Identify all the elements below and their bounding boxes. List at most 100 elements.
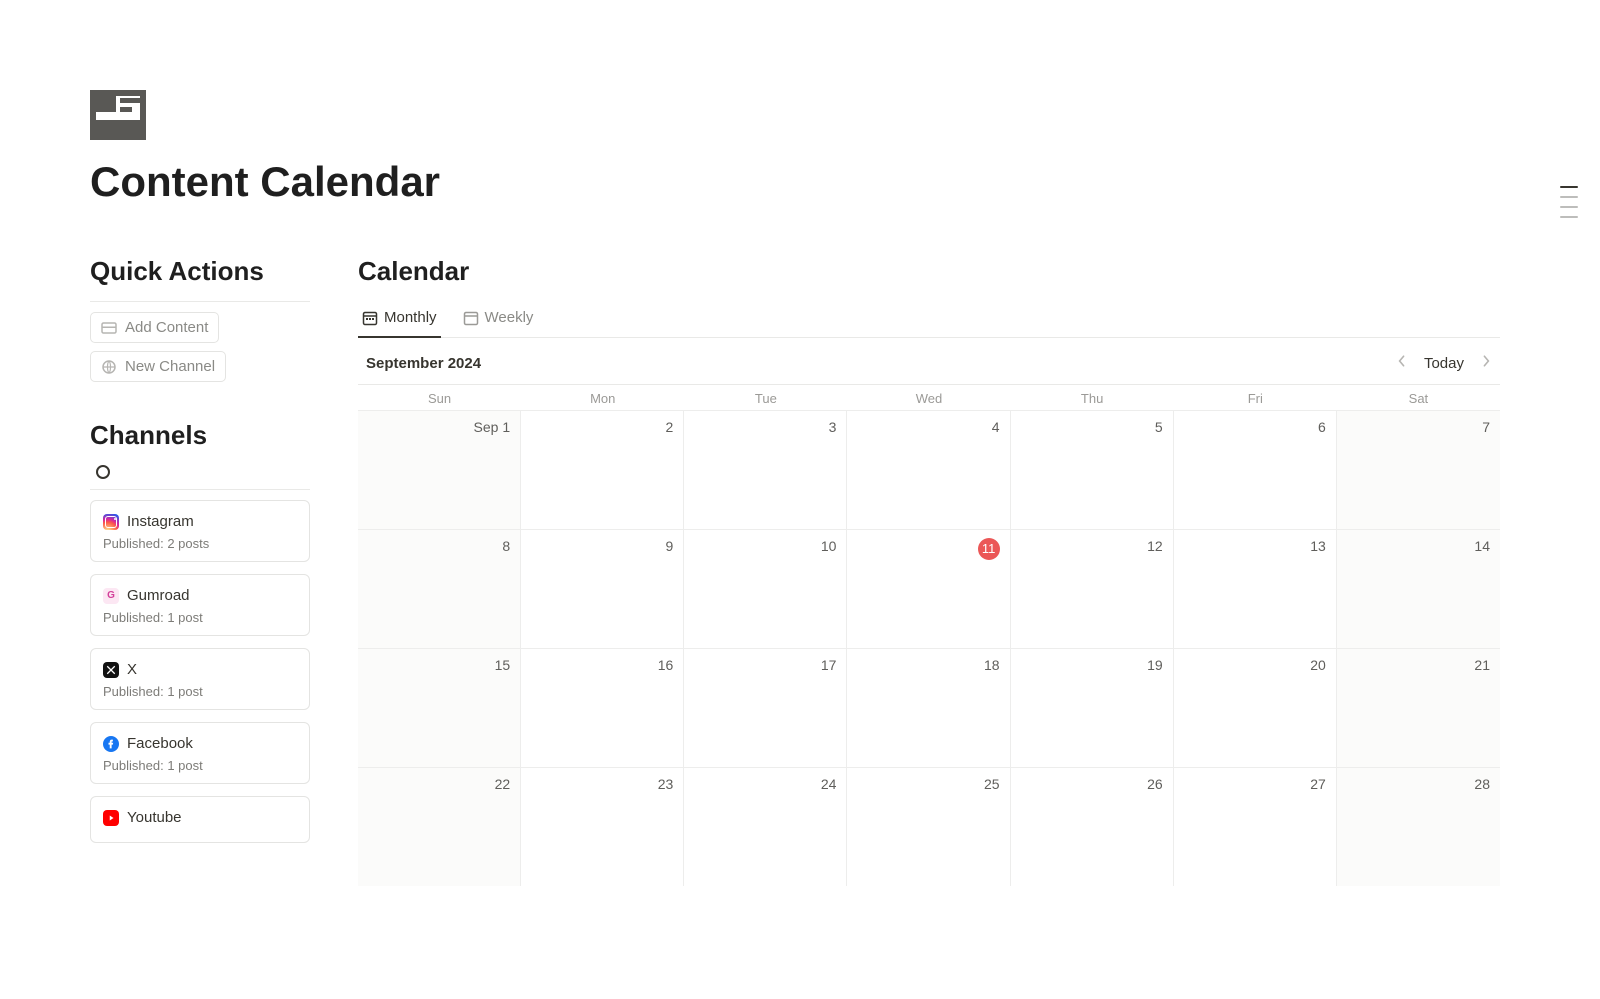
chevron-right-icon: [1482, 354, 1490, 368]
prev-month-button[interactable]: [1394, 352, 1410, 374]
tab-weekly-label: Weekly: [485, 309, 534, 326]
tab-weekly[interactable]: Weekly: [459, 301, 538, 338]
channel-name: Facebook: [127, 735, 193, 752]
channel-name: Gumroad: [127, 587, 190, 604]
dow-header: Thu: [1011, 385, 1174, 410]
add-content-button[interactable]: Add Content: [90, 312, 219, 343]
day-number: 2: [665, 419, 673, 435]
channels-title: Channels: [90, 420, 310, 451]
page-title: Content Calendar: [90, 158, 1500, 206]
day-cell[interactable]: 25: [847, 768, 1010, 886]
dow-header: Mon: [521, 385, 684, 410]
divider: [90, 489, 310, 490]
current-month-label: September 2024: [366, 355, 481, 372]
day-cell[interactable]: 22: [358, 768, 521, 886]
day-cell[interactable]: 18: [847, 649, 1010, 767]
filter-circle-icon[interactable]: [96, 465, 110, 479]
day-number: 5: [1155, 419, 1163, 435]
outline-mark: [1560, 206, 1578, 208]
channel-name: X: [127, 661, 137, 678]
channel-card-x[interactable]: X Published: 1 post: [90, 648, 310, 710]
day-cell[interactable]: 3: [684, 411, 847, 529]
day-number: 14: [1474, 538, 1490, 554]
day-number: 8: [502, 538, 510, 554]
today-button[interactable]: Today: [1424, 355, 1464, 372]
day-number: 23: [658, 776, 674, 792]
new-channel-label: New Channel: [125, 358, 215, 375]
dow-header: Sun: [358, 385, 521, 410]
week-row: 15 16 17 18 19 20 21: [358, 648, 1500, 767]
day-cell[interactable]: 16: [521, 649, 684, 767]
day-cell[interactable]: 4: [847, 411, 1010, 529]
day-cell[interactable]: 19: [1011, 649, 1174, 767]
day-cell[interactable]: 27: [1174, 768, 1337, 886]
dow-header: Tue: [684, 385, 847, 410]
tab-monthly-label: Monthly: [384, 309, 437, 326]
day-number: 16: [658, 657, 674, 673]
day-number: 9: [665, 538, 673, 554]
channel-card-youtube[interactable]: Youtube: [90, 796, 310, 843]
channel-name: Instagram: [127, 513, 194, 530]
channel-card-facebook[interactable]: FacebookPublished: 1 post: [90, 722, 310, 784]
day-number: 12: [1147, 538, 1163, 554]
calendar-month-icon: [362, 310, 378, 326]
day-cell[interactable]: 7: [1337, 411, 1500, 529]
day-cell[interactable]: 17: [684, 649, 847, 767]
day-cell[interactable]: 5: [1011, 411, 1174, 529]
channel-name: Youtube: [127, 809, 182, 826]
day-number: 3: [829, 419, 837, 435]
day-cell[interactable]: 8: [358, 530, 521, 648]
day-number: 4: [992, 419, 1000, 435]
day-cell[interactable]: 10: [684, 530, 847, 648]
view-tabs: Monthly Weekly: [358, 301, 1500, 338]
day-cell[interactable]: 20: [1174, 649, 1337, 767]
page-outline-indicator[interactable]: [1560, 186, 1578, 218]
tab-monthly[interactable]: Monthly: [358, 301, 441, 338]
x-icon: [103, 662, 119, 678]
day-cell[interactable]: 14: [1337, 530, 1500, 648]
day-cell[interactable]: 2: [521, 411, 684, 529]
channel-sub: Published: 2 posts: [103, 536, 297, 551]
day-cell[interactable]: 28: [1337, 768, 1500, 886]
day-number: 28: [1474, 776, 1490, 792]
dow-header: Sat: [1337, 385, 1500, 410]
outline-mark: [1560, 196, 1578, 198]
next-month-button[interactable]: [1478, 352, 1494, 374]
day-cell[interactable]: 6: [1174, 411, 1337, 529]
day-number: 17: [821, 657, 837, 673]
day-cell[interactable]: 24: [684, 768, 847, 886]
day-number: Sep 1: [474, 419, 511, 435]
channel-card-gumroad[interactable]: GGumroadPublished: 1 post: [90, 574, 310, 636]
dow-header: Fri: [1174, 385, 1337, 410]
channel-sub: Published: 1 post: [103, 610, 297, 625]
dow-header: Wed: [847, 385, 1010, 410]
add-content-label: Add Content: [125, 319, 208, 336]
day-cell[interactable]: 15: [358, 649, 521, 767]
day-number: 26: [1147, 776, 1163, 792]
calendar-week-icon: [463, 310, 479, 326]
day-cell[interactable]: 11: [847, 530, 1010, 648]
day-cell[interactable]: 21: [1337, 649, 1500, 767]
day-cell[interactable]: Sep 1: [358, 411, 521, 529]
week-row: Sep 1 2 3 4 5 67: [358, 410, 1500, 529]
week-row: 22 23 24 25 26 27 28: [358, 767, 1500, 886]
facebook-icon: [103, 736, 119, 752]
outline-mark: [1560, 186, 1578, 188]
day-cell[interactable]: 12: [1011, 530, 1174, 648]
day-number: 19: [1147, 657, 1163, 673]
channel-card-instagram[interactable]: Instagram Published: 2 posts: [90, 500, 310, 562]
card-icon: [101, 320, 117, 336]
day-number: 6: [1318, 419, 1326, 435]
new-channel-button[interactable]: New Channel: [90, 351, 226, 382]
channel-sub: Published: 1 post: [103, 684, 297, 699]
day-cell[interactable]: 9: [521, 530, 684, 648]
day-number: 15: [495, 657, 511, 673]
chevron-left-icon: [1398, 354, 1406, 368]
day-number: 20: [1310, 657, 1326, 673]
day-cell[interactable]: 23: [521, 768, 684, 886]
day-cell[interactable]: 26: [1011, 768, 1174, 886]
day-number: 25: [984, 776, 1000, 792]
week-row: 8 9 1011 12 13 14: [358, 529, 1500, 648]
day-cell[interactable]: 13: [1174, 530, 1337, 648]
instagram-icon: [103, 514, 119, 530]
